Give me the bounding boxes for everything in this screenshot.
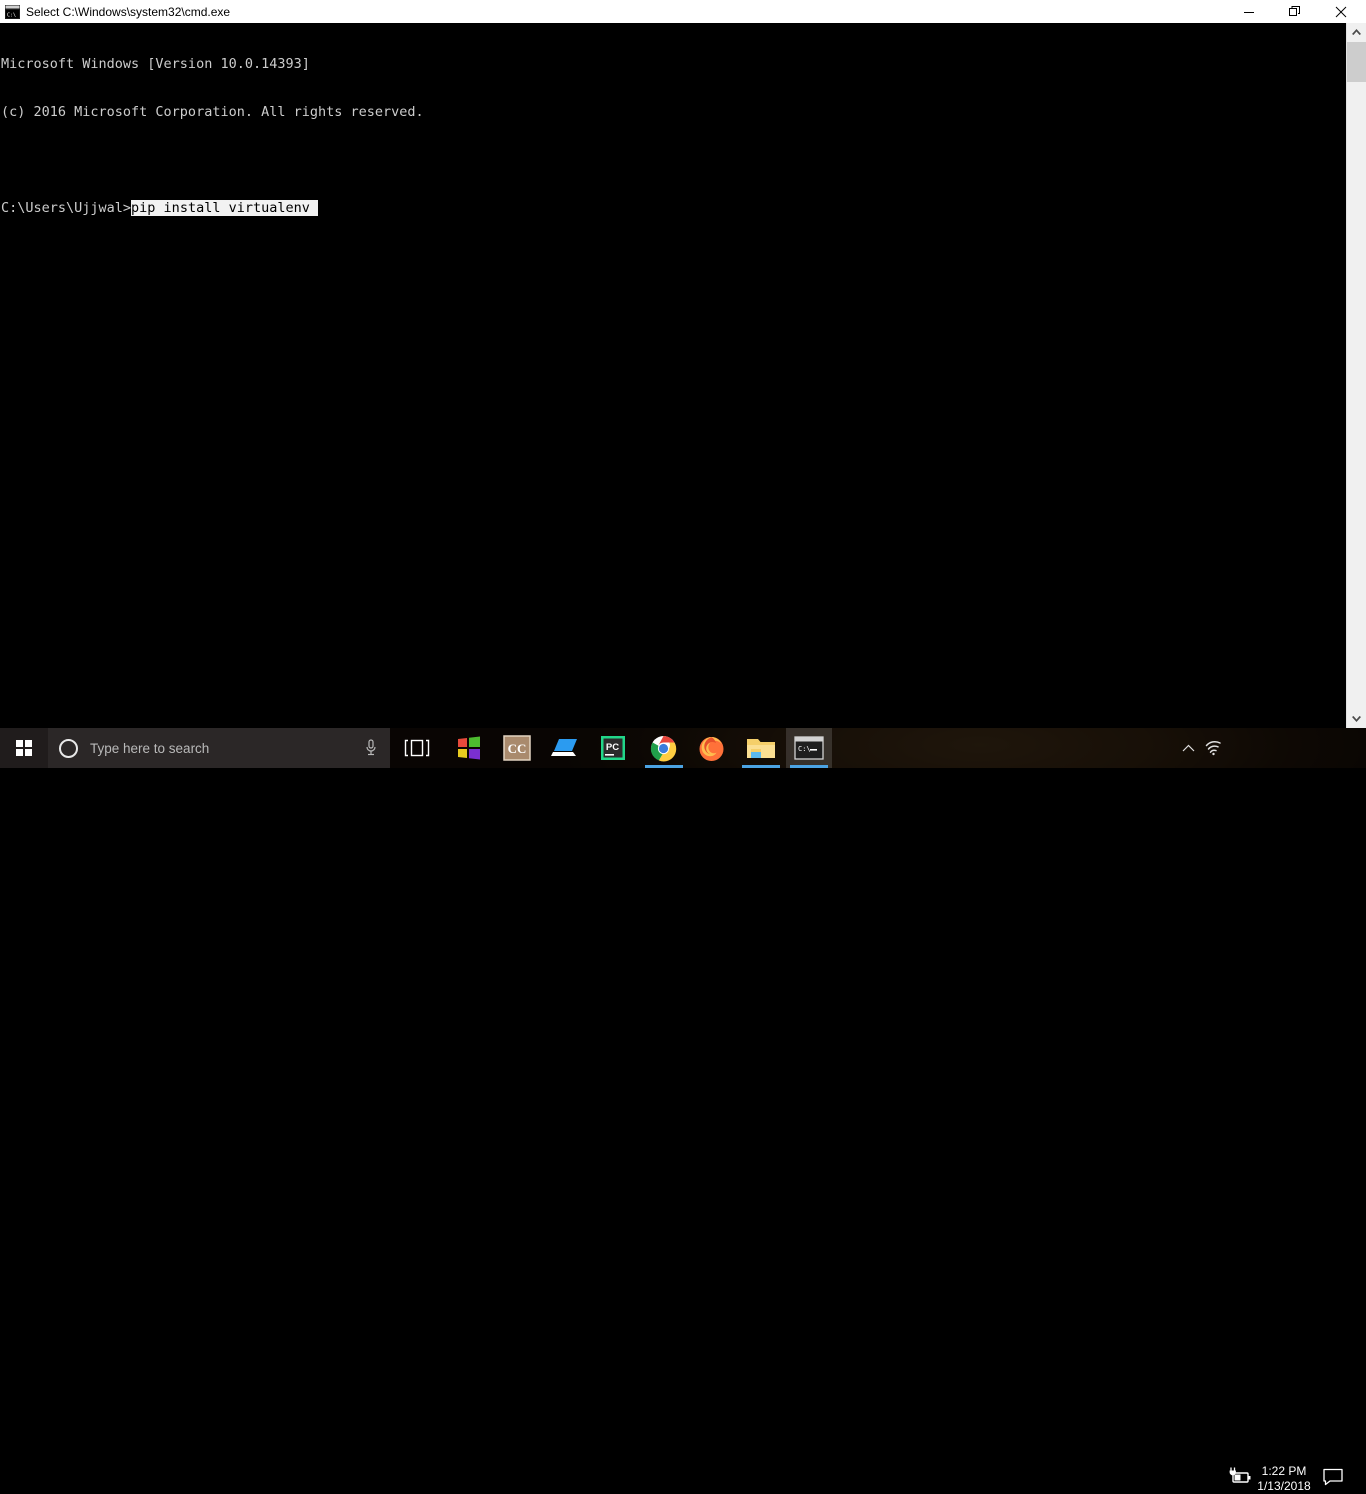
cc-icon: CC	[503, 735, 531, 761]
wifi-icon[interactable]	[1203, 740, 1223, 756]
window-titlebar[interactable]: C:\ Select C:\Windows\system32\cmd.exe	[0, 0, 1366, 24]
search-placeholder: Type here to search	[90, 740, 210, 756]
console-output-area[interactable]: Microsoft Windows [Version 10.0.14393] (…	[0, 23, 1346, 728]
close-icon	[1335, 6, 1347, 17]
maximize-restore-button[interactable]	[1272, 0, 1318, 23]
svg-text:C:\: C:\	[798, 745, 811, 753]
command-prompt-window: C:\ Select C:\Windows\system32\cmd.exe M…	[0, 0, 1366, 728]
console-command-selected[interactable]: pip install virtualenv	[131, 200, 318, 216]
task-view-icon	[404, 739, 430, 757]
taskbar-item-google-chrome[interactable]	[640, 728, 686, 768]
taskbar-item-pycharm[interactable]: PC	[590, 728, 636, 768]
close-button[interactable]	[1318, 0, 1364, 23]
microsoft-store-icon	[458, 736, 480, 760]
file-explorer-icon	[747, 739, 775, 758]
window-title: Select C:\Windows\system32\cmd.exe	[26, 5, 231, 19]
laptop-display-icon	[551, 739, 577, 756]
taskbar-item-file-explorer[interactable]	[738, 728, 784, 768]
notification-icon	[1323, 1468, 1343, 1486]
minimize-icon	[1244, 11, 1254, 13]
scrollbar-thumb[interactable]	[1347, 42, 1366, 82]
console-scrollbar[interactable]	[1346, 23, 1366, 728]
scrollbar-up-button[interactable]	[1347, 23, 1366, 41]
clock-date: 1/13/2018	[1257, 1479, 1311, 1493]
firefox-icon	[699, 736, 723, 761]
taskbar-item-microsoft-store[interactable]	[446, 728, 492, 768]
microphone-icon[interactable]	[364, 739, 378, 757]
taskbar-item-mozilla-firefox[interactable]	[688, 728, 734, 768]
console-line: Microsoft Windows [Version 10.0.14393]	[1, 56, 310, 72]
taskbar: Type here to search CC PC C:\ 1:22 PM 1/…	[0, 728, 1366, 1493]
svg-text:C:\: C:\	[7, 13, 16, 19]
console-line: (c) 2016 Microsoft Corporation. All righ…	[1, 104, 424, 120]
console-prompt: C:\Users\Ujjwal>	[1, 200, 132, 216]
chevron-up-icon	[1182, 744, 1194, 752]
svg-text:CC: CC	[508, 741, 527, 756]
start-button[interactable]	[0, 728, 48, 768]
search-input[interactable]: Type here to search	[48, 728, 390, 768]
console-prompt-line: C:\Users\Ujjwal>pip install virtualenv	[1, 200, 1346, 216]
action-center-button[interactable]	[1322, 1468, 1344, 1486]
cortana-circle-icon	[59, 738, 78, 758]
clock-time: 1:22 PM	[1261, 1464, 1307, 1478]
chrome-icon	[650, 735, 676, 761]
show-hidden-icons-button[interactable]	[1178, 741, 1198, 755]
taskbar-item-cc-app[interactable]: CC	[494, 728, 540, 768]
taskbar-item-command-prompt[interactable]: C:\	[786, 728, 832, 768]
clock[interactable]: 1:22 PM 1/13/2018	[1248, 1464, 1320, 1494]
taskbar-item-connect-device[interactable]	[542, 728, 588, 768]
windows-logo-icon	[16, 740, 32, 756]
scrollbar-down-button[interactable]	[1347, 710, 1366, 728]
chevron-down-icon	[1352, 716, 1361, 722]
task-view-button[interactable]	[396, 728, 438, 768]
pycharm-icon: PC	[601, 736, 625, 760]
cmd-icon: C:\	[5, 5, 20, 19]
svg-text:PC: PC	[606, 742, 619, 753]
chevron-up-icon	[1352, 29, 1361, 35]
restore-icon	[1289, 5, 1300, 16]
minimize-button[interactable]	[1226, 0, 1272, 23]
command-prompt-icon: C:\	[794, 736, 824, 760]
